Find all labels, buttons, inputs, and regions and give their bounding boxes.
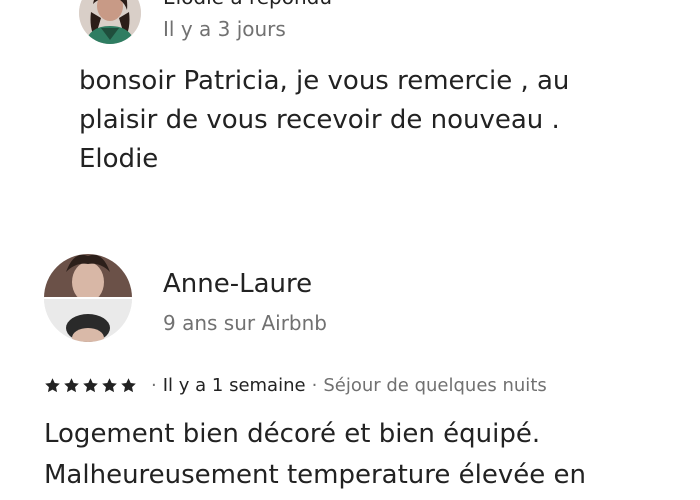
star-icon [83, 377, 98, 392]
profile-photo-icon [44, 254, 132, 342]
reviewer-name[interactable]: Anne-Laure [163, 268, 312, 300]
review-text: Logement bien décoré et bien équipé. Mal… [44, 414, 684, 496]
review-line: Logement bien décoré et bien équipé. [44, 419, 541, 449]
host-reply-line: Elodie [79, 144, 159, 174]
profile-photo-icon [79, 0, 141, 44]
star-icon [64, 377, 79, 392]
host-reply-line: bonsoir Patricia, je vous remercie , au [79, 66, 570, 96]
review-meta: · Il y a 1 semaine · Séjour de quelques … [44, 372, 547, 398]
meta-separator: · [311, 374, 318, 396]
reviewer-avatar[interactable] [44, 254, 132, 342]
rating-stars [44, 377, 137, 394]
review-line: Malheureusement temperature élevée en [44, 460, 586, 490]
host-reply-line: plaisir de vous recevoir de nouveau . [79, 105, 560, 135]
reviewer-tenure: 9 ans sur Airbnb [163, 311, 327, 335]
star-icon [121, 377, 136, 392]
host-avatar[interactable] [79, 0, 141, 44]
star-icon [45, 377, 60, 392]
review-date: Il y a 1 semaine [162, 374, 306, 396]
meta-separator: · [151, 374, 157, 396]
host-reply-text: bonsoir Patricia, je vous remercie , au … [79, 62, 659, 179]
stay-type: Séjour de quelques nuits [323, 374, 547, 396]
host-responder-label: Elodie a répondu [163, 0, 332, 10]
reviews-page: Elodie a répondu Il y a 3 jours bonsoir … [0, 0, 700, 500]
star-icon [102, 377, 117, 392]
host-reply-date: Il y a 3 jours [163, 17, 286, 41]
